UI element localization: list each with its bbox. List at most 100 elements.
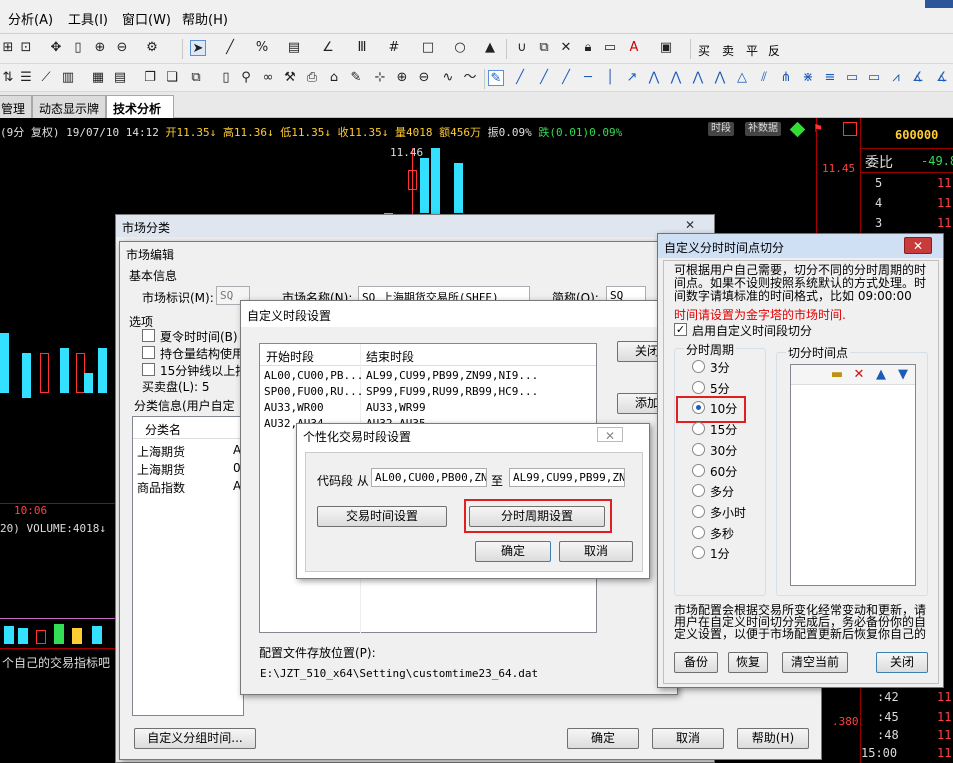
folder-icon[interactable]: ▬ — [829, 367, 845, 383]
fib-levels-icon[interactable]: ≡ — [822, 70, 838, 86]
tab-tech-analysis[interactable]: 技术分析 — [106, 95, 174, 119]
fib-icon[interactable]: ⇅ — [0, 70, 16, 86]
percent-icon[interactable]: % — [254, 40, 270, 56]
custom-group-time-button[interactable]: 自定义分组时间... — [134, 728, 256, 749]
arrow-up-icon[interactable]: ▲ — [873, 367, 889, 383]
line-chart-icon[interactable]: ⟋ — [38, 70, 54, 86]
box-icon[interactable] — [843, 122, 857, 136]
lock-icon[interactable]: 🔒︎ — [580, 40, 596, 56]
window-icon[interactable]: ❐ — [142, 70, 158, 86]
fan-icon[interactable]: ⋔ — [778, 70, 794, 86]
channel-icon[interactable]: ⫽ — [756, 70, 772, 86]
help-button[interactable]: 帮助(H) — [737, 728, 809, 749]
cancel-button[interactable]: 取消 — [652, 728, 724, 749]
hash-icon[interactable]: # — [386, 40, 402, 56]
table-row[interactable]: AL00,CU00,PB... AL99,CU99,PB99,ZN99,NI9.… — [260, 368, 596, 384]
diag-line-icon[interactable]: ╱ — [512, 70, 528, 86]
period-radio[interactable] — [692, 525, 705, 539]
close-icon[interactable]: ✕ — [904, 237, 932, 254]
arrow-icon[interactable]: ↗ — [624, 70, 640, 86]
print-icon[interactable]: ⎙ — [304, 70, 320, 86]
delete-icon[interactable]: ✕ — [851, 367, 867, 383]
menu-help[interactable]: 帮助(H) — [182, 9, 228, 28]
rect-icon[interactable]: □ — [420, 40, 436, 56]
trade-time-button[interactable]: 交易时间设置 — [317, 506, 447, 527]
gear-icon[interactable]: ⚙ — [144, 40, 160, 56]
min15-checkbox[interactable] — [142, 363, 155, 376]
table-row[interactable]: AU33,WR00 AU33,WR99 — [260, 400, 596, 416]
flat-button[interactable]: 平 — [746, 42, 758, 59]
trash-icon[interactable]: ▭ — [602, 40, 618, 56]
period-icon[interactable]: ▭ — [866, 70, 882, 86]
copy-icon[interactable]: ⧉ — [536, 40, 552, 56]
period-radio[interactable] — [692, 463, 705, 477]
bar-chart-icon[interactable]: ▥ — [60, 70, 76, 86]
clear-current-button[interactable]: 清空当前 — [782, 652, 848, 673]
period-radio[interactable] — [692, 360, 705, 373]
period-radio[interactable] — [692, 422, 705, 436]
zoom-in-icon[interactable]: ⊕ — [92, 40, 108, 56]
table-row[interactable]: 商品指数 A — [133, 477, 243, 495]
zigzag-icon[interactable]: ⋀ — [646, 70, 662, 86]
code-to-field[interactable]: AL99,CU99,PB99,ZN9 — [509, 468, 625, 487]
gann-icon[interactable]: ⋇ — [800, 70, 816, 86]
buy-button[interactable]: 买 — [698, 42, 710, 59]
delete-icon[interactable]: ✕ — [558, 40, 574, 56]
network-icon[interactable]: ⊹ — [372, 70, 388, 86]
panel-icon[interactable]: ▦ — [90, 70, 106, 86]
dst-checkbox[interactable] — [142, 329, 155, 342]
position-checkbox[interactable] — [142, 346, 155, 359]
font-color-icon[interactable]: A — [626, 40, 642, 56]
save-icon[interactable]: ▣ — [658, 40, 674, 56]
triangle-pattern-icon[interactable]: △ — [734, 70, 750, 86]
list-icon[interactable]: ☰ — [18, 70, 34, 86]
column-icon[interactable]: ▯ — [70, 40, 86, 56]
cascade-icon[interactable]: ⧉ — [188, 70, 204, 86]
grid-icon[interactable]: ⊞ — [0, 40, 16, 56]
split-icon[interactable]: ⊡ — [18, 40, 34, 56]
backup-button[interactable]: 备份 — [674, 652, 718, 673]
config-path-field[interactable]: E:\JZT_510_x64\Setting\customtime23_64.d… — [257, 665, 597, 684]
ruler-icon[interactable]: ▤ — [286, 40, 302, 56]
close-icon[interactable]: ✕ — [597, 427, 623, 443]
period-radio[interactable] — [692, 442, 705, 456]
find-icon[interactable]: ⚲ — [238, 70, 254, 86]
angle-line-icon[interactable]: ∡ — [910, 70, 926, 86]
bars-icon[interactable]: Ⅲ — [354, 40, 370, 56]
table-row[interactable]: 上海期货 A — [133, 441, 243, 459]
zoom-plus-icon[interactable]: ⊕ — [394, 70, 410, 86]
reverse-button[interactable]: 反 — [768, 42, 780, 59]
hline-icon[interactable]: ─ — [580, 70, 596, 86]
magnet-icon[interactable]: ∪ — [514, 40, 530, 56]
table-row[interactable]: SP00,FU00,RU... SP99,FU99,RU99,RB99,HC9.… — [260, 384, 596, 400]
restore-button[interactable]: 恢复 — [728, 652, 768, 673]
table-row[interactable]: 上海期货 0 — [133, 459, 243, 477]
abc-wave-icon[interactable]: ⋀ — [712, 70, 728, 86]
tools-icon[interactable]: ⚒ — [282, 70, 298, 86]
code-from-field[interactable]: AL00,CU00,PB00,ZN0 — [371, 468, 487, 487]
wave-icon[interactable]: ∿ — [440, 70, 456, 86]
ray-icon[interactable]: ╱ — [536, 70, 552, 86]
ok-button[interactable]: 确定 — [475, 541, 551, 562]
arrow-down-icon[interactable]: ▼ — [895, 367, 911, 383]
pointer-icon[interactable]: ➤ — [190, 40, 206, 56]
cycle-icon[interactable]: ⩘ — [888, 70, 904, 86]
tab-display[interactable]: 动态显示牌 — [32, 95, 106, 118]
sell-button[interactable]: 卖 — [722, 42, 734, 59]
triangle-icon[interactable]: ▲ — [482, 40, 498, 56]
period-radio[interactable] — [692, 504, 705, 518]
period-button[interactable]: 时段 — [708, 122, 734, 136]
tab-manage[interactable]: 管理 — [0, 95, 32, 118]
edit-icon[interactable]: ✎ — [348, 70, 364, 86]
period-radio[interactable] — [692, 380, 705, 394]
menu-window[interactable]: 窗口(W) — [122, 9, 171, 28]
move-icon[interactable]: ✥ — [48, 40, 64, 56]
zoom-minus-icon[interactable]: ⊖ — [416, 70, 432, 86]
open-icon[interactable]: ⌂ — [326, 70, 342, 86]
arrow-line-icon[interactable]: ╱ — [558, 70, 574, 86]
ok-button[interactable]: 确定 — [567, 728, 639, 749]
class-list[interactable]: 分类名 上海期货 A 上海期货 0 商品指数 A — [132, 416, 244, 716]
angle-icon[interactable]: ∠ — [320, 40, 336, 56]
line-tool-icon[interactable]: ╱ — [222, 40, 238, 56]
curve-icon[interactable]: 〜 — [462, 70, 478, 86]
